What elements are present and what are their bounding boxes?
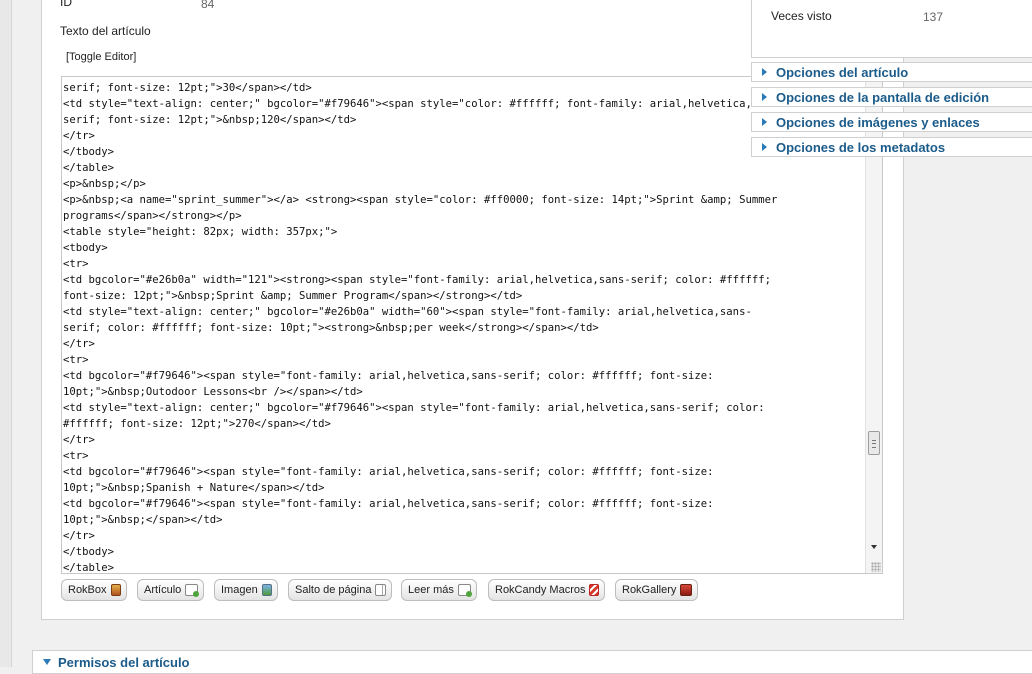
salto-label: Salto de página (295, 584, 372, 596)
rokgallery-label: RokGallery (622, 584, 677, 596)
readmore-icon (457, 584, 473, 597)
accordion-edit-screen-options[interactable]: Opciones de la pantalla de edición (751, 87, 1032, 107)
accordion-label: Opciones del artículo (776, 64, 909, 80)
image-icon (261, 584, 272, 596)
article-stats-panel: Veces visto 137 (751, 0, 1032, 58)
rokbox-label: RokBox (68, 584, 107, 596)
salto-de-pagina-button[interactable]: Salto de página (288, 579, 392, 601)
views-value: 137 (923, 10, 944, 24)
collapse-arrow-icon (43, 659, 51, 665)
expand-arrow-icon (762, 93, 767, 101)
resize-grip-icon[interactable] (871, 562, 881, 572)
id-value: 84 (201, 0, 215, 11)
expand-arrow-icon (762, 118, 767, 126)
rokbox-button[interactable]: RokBox (61, 579, 127, 601)
left-border (0, 0, 12, 667)
leer-mas-button[interactable]: Leer más (401, 579, 477, 601)
accordion-metadata-options[interactable]: Opciones de los metadatos (751, 137, 1032, 157)
accordion-article-options[interactable]: Opciones del artículo (751, 62, 1032, 82)
code-editor-content[interactable]: serif; font-size: 12pt;">30</span></td> … (63, 80, 863, 573)
toggle-editor-link[interactable]: [Toggle Editor] (66, 51, 136, 63)
views-label: Veces visto (771, 9, 832, 23)
rokcandy-icon (589, 584, 599, 596)
rokgallery-icon (680, 584, 692, 596)
accordion-label: Opciones de la pantalla de edición (776, 89, 990, 105)
rokcandy-label: RokCandy Macros (495, 584, 586, 596)
pagebreak-icon (375, 584, 386, 596)
articulo-button[interactable]: Artículo (137, 579, 204, 601)
accordion-images-links-options[interactable]: Opciones de imágenes y enlaces (751, 112, 1032, 132)
rokcandy-macros-button[interactable]: RokCandy Macros (488, 579, 605, 601)
accordion-article-permissions[interactable]: Permisos del artículo (32, 650, 1032, 674)
expand-arrow-icon (762, 143, 767, 151)
articulo-label: Artículo (144, 584, 182, 596)
rokgallery-button[interactable]: RokGallery (615, 579, 698, 601)
leer-label: Leer más (408, 584, 454, 596)
imagen-button[interactable]: Imagen (214, 579, 278, 601)
article-icon (185, 584, 199, 597)
scrollbar-thumb[interactable] (868, 431, 880, 455)
accordion-label: Opciones de imágenes y enlaces (776, 114, 980, 130)
scroll-down-arrow-icon[interactable] (871, 545, 877, 549)
permissions-title: Permisos del artículo (58, 654, 190, 670)
id-label: ID (60, 0, 72, 9)
accordion-label: Opciones de los metadatos (776, 139, 946, 155)
rokbox-icon (110, 584, 121, 596)
expand-arrow-icon (762, 68, 767, 76)
imagen-label: Imagen (221, 584, 258, 596)
article-text-label: Texto del artículo (60, 24, 151, 38)
